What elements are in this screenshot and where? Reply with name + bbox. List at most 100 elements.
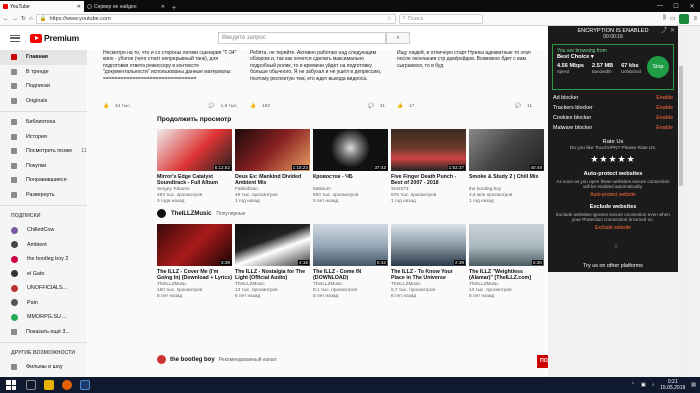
video-title[interactable]: Deus Ex: Mankind Divided Ambient Mix [235,174,310,186]
video-title[interactable]: The ILLZ "Weightless (Alamar)" [TheILLZ.… [469,269,544,281]
video-thumbnail[interactable]: 5:42 [313,224,388,267]
sidebar-sub-item[interactable]: Pain [0,296,87,311]
minimize-icon[interactable]: — [652,3,668,9]
video-thumbnail[interactable]: 1:15:23 [235,129,310,171]
sidebar-item-liked[interactable]: Понравившиеся [0,173,87,188]
enable-toggle[interactable]: Enable [656,123,673,133]
sidebar-item-movies[interactable]: Фильмы и шоу [0,360,87,375]
scrollbar-thumb[interactable] [679,66,683,186]
stop-button[interactable]: Stop [647,56,669,78]
sidebar-sub-item[interactable]: el Gato [0,267,87,282]
sidebar-toggle-icon[interactable]: ▭ [670,15,676,22]
task-view-icon[interactable] [26,380,36,390]
enable-toggle[interactable]: Enable [656,103,673,113]
video-card[interactable]: 5:42 The ILLZ - Come IN (DOWNLOAD) TheIL… [313,224,388,298]
video-title[interactable]: The ILLZ - Cover Me (I'm Going In) (Down… [157,269,232,281]
video-title[interactable]: The ILLZ - Come IN (DOWNLOAD) [313,269,388,281]
video-card[interactable]: 1:53:37 Five Finger Death Punch - Best o… [391,129,466,203]
video-card[interactable]: 2:39 The ILLZ - To Know Your Place in Th… [391,224,466,298]
video-thumbnail[interactable]: 37:42 [313,129,388,171]
video-thumbnail[interactable]: 2:39 [391,224,466,267]
volume-icon[interactable]: ♪ [652,382,655,388]
sidebar-item-trending[interactable]: В тренде [0,65,87,80]
youtube-logo[interactable]: Premium [30,33,79,43]
sidebar-sub-item[interactable]: the bootleg boy 2 [0,252,87,267]
enable-toggle[interactable]: Enable [656,93,673,103]
community-post[interactable]: Несмотря на то, что и со стороны логики … [97,50,244,112]
address-bar[interactable]: 🔒 https://www.youtube.com ☆ [35,13,396,24]
sidebar-item-subscriptions[interactable]: Подписки [0,79,87,94]
sidebar-sub-item[interactable]: ChilledCow [0,223,87,238]
enable-toggle[interactable]: Enable [656,113,673,123]
back-icon[interactable]: ← [3,16,9,22]
tray-arrow-icon[interactable]: ⌃ [631,382,635,388]
video-title[interactable]: Mirror's Edge Catalyst Soundtrack - Full… [157,174,232,186]
video-card[interactable]: 1:15:23 Deus Ex: Mankind Divided Ambient… [235,129,310,203]
video-card[interactable]: 37:42 Кровосток - ЧБ Maksum 593 тыс. про… [313,129,388,203]
tab-server-not-found[interactable]: Сервер не найден ✕ [84,1,168,12]
video-thumbnail[interactable]: 3:39 [157,224,232,267]
touchvpn-extension-icon[interactable] [679,13,690,24]
video-title[interactable]: Five Finger Death Punch - Best of 2007 -… [391,174,466,186]
comment-icon[interactable]: 💬 [209,104,215,110]
star-rating[interactable]: ★★★★★ [548,154,678,165]
other-platforms-link[interactable]: Try us on other platforms [548,260,678,272]
library-icon[interactable]: ⫼ [663,15,666,22]
sidebar-item-expand[interactable]: Развернуть [0,188,87,203]
video-card[interactable]: 40:48 Smoke & Study 2 | Chill Mix the bo… [469,129,544,203]
home-icon[interactable]: ⌂ [29,16,33,22]
photoshop-icon[interactable] [80,380,90,390]
channel-name[interactable]: TheILLZMusic [171,211,211,217]
new-tab-button[interactable]: + [168,5,180,12]
close-icon[interactable]: ✕ [670,28,675,34]
sidebar-item-originals[interactable]: Originals [0,94,87,109]
video-thumbnail[interactable]: 40:48 [469,129,544,171]
browser-search-box[interactable]: ⌕ Поиск [398,13,483,24]
firefox-icon[interactable] [62,380,72,390]
sidebar-item-history[interactable]: История [0,130,87,145]
notifications-icon[interactable]: ▤ [691,382,696,388]
page-scrollbar[interactable] [678,26,684,377]
sidebar-item-home[interactable]: Главная [0,50,87,65]
windows-start-icon[interactable] [6,380,16,390]
menu-icon[interactable]: ≡ [693,16,697,22]
like-icon[interactable]: 👍 [397,104,403,110]
video-card[interactable]: 5:12:52 Mirror's Edge Catalyst Soundtrac… [157,129,232,203]
sidebar-show-more[interactable]: Показать ещё 3... [0,325,87,340]
youtube-search-button[interactable]: ⌕ [386,32,410,44]
community-post[interactable]: Ребята, не теряйте. Активно работаю над … [244,50,391,112]
sidebar-sub-item[interactable]: MMORPG.SU ... [0,310,87,325]
channel-name[interactable]: the bootleg boy [170,357,215,363]
maximize-icon[interactable]: ☐ [668,3,684,10]
sidebar-item-watch-later[interactable]: Посмотреть позже 11 [0,144,87,159]
subscribe-button[interactable]: ПОДПИСАТЬСЯ 1,7 МЛН [537,355,548,368]
video-thumbnail[interactable]: 4:19 [235,224,310,267]
video-title[interactable]: Кровосток - ЧБ [313,174,388,186]
comment-icon[interactable]: 💬 [368,104,374,110]
hamburger-menu-icon[interactable] [10,34,20,42]
video-thumbnail[interactable]: 1:53:37 [391,129,466,171]
auto-protect-link[interactable]: Auto-protect website [554,192,672,198]
video-thumbnail[interactable]: 6:30 [469,224,544,267]
channel-avatar[interactable] [157,355,166,364]
sidebar-sub-item[interactable]: UNOFFICIALS... [0,281,87,296]
bookmark-star-icon[interactable]: ☆ [387,16,392,22]
video-title[interactable]: Smoke & Study 2 | Chill Mix [469,174,544,186]
like-icon[interactable]: 👍 [250,104,256,110]
video-title[interactable]: The ILLZ - Nostalgia for The Light (Offi… [235,269,310,281]
sidebar-item-library[interactable]: Библиотека [0,115,87,130]
close-tab-icon[interactable]: ✕ [77,4,81,10]
tab-youtube[interactable]: YouTube ✕ [0,1,84,12]
video-card[interactable]: 6:30 The ILLZ "Weightless (Alamar)" [The… [469,224,544,298]
reload-icon[interactable]: ↻ [21,15,26,22]
share-icon[interactable]: ⤴ [661,28,667,34]
close-tab-icon[interactable]: ✕ [161,4,165,10]
sidebar-item-purchases[interactable]: Покупки [0,159,87,174]
sidebar-sub-item[interactable]: Ambient [0,238,87,253]
video-card[interactable]: 3:39 The ILLZ - Cover Me (I'm Going In) … [157,224,232,298]
community-post[interactable]: Ищу людей, и отличную старт Нужны адеква… [391,50,538,112]
channel-avatar[interactable] [157,209,166,219]
file-explorer-icon[interactable] [44,380,54,390]
dismiss-icon[interactable]: ✕ [613,243,619,251]
like-icon[interactable]: 👍 [103,104,109,110]
